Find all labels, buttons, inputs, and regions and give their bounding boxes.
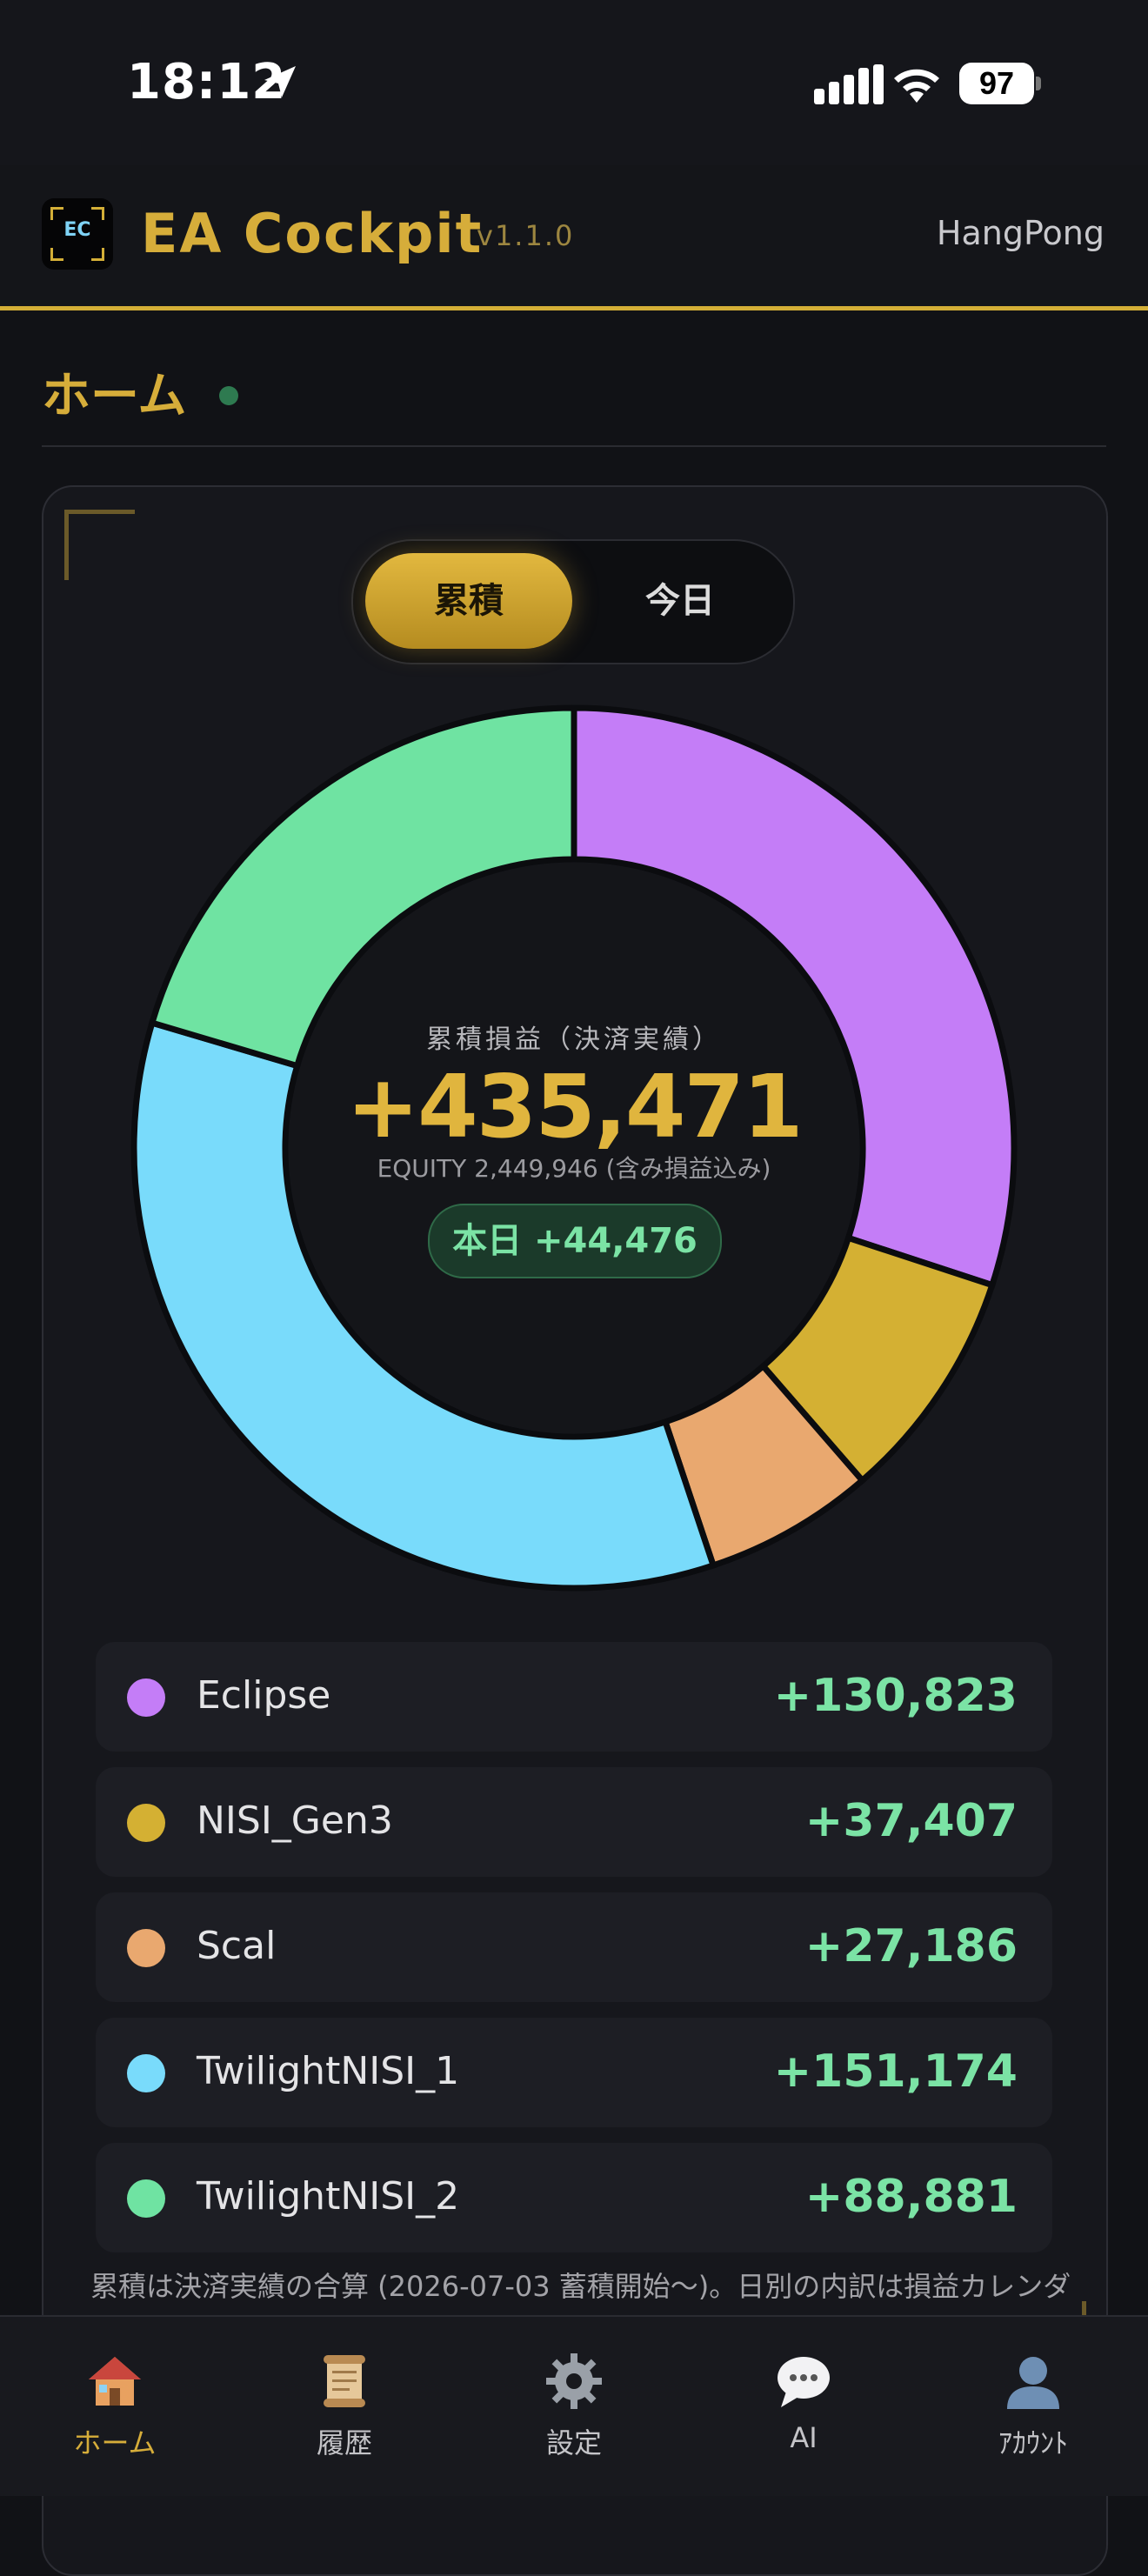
equity-text: EQUITY 2,449,946 (含み損益込み) — [377, 1154, 771, 1183]
period-toggle: 累積 今日 — [351, 539, 795, 664]
ea-profit: +88,881 — [804, 2171, 1018, 2223]
wifi-icon — [894, 69, 939, 103]
nav-label: 設定 — [545, 2426, 602, 2459]
toggle-cumulative[interactable]: 累積 — [365, 553, 572, 649]
nav-label: 履歴 — [316, 2426, 372, 2459]
ea-profit: +27,186 — [804, 1920, 1018, 1972]
ea-profit: +37,407 — [804, 1795, 1018, 1847]
ea-name: Scal — [197, 1924, 277, 1968]
nav-label: ホーム — [73, 2426, 157, 2459]
nav-ai[interactable]: AI — [689, 2317, 918, 2496]
ea-legend: Eclipse +130,823 NISI_Gen3 +37,407 Scal … — [96, 1642, 1052, 2268]
location-arrow-icon — [264, 66, 296, 97]
app-version: v1.1.0 — [477, 219, 575, 252]
ea-name: NISI_Gen3 — [197, 1799, 393, 1843]
legend-color-dot — [127, 2179, 165, 2218]
person-icon — [1007, 2357, 1059, 2409]
legend-color-dot — [127, 1678, 165, 1717]
legend-color-dot — [127, 2054, 165, 2092]
nav-home[interactable]: ホーム — [0, 2317, 230, 2496]
divider — [42, 445, 1106, 447]
connection-status-dot — [219, 386, 238, 405]
username[interactable]: HangPong — [937, 214, 1105, 252]
card-corner-decoration — [64, 510, 135, 580]
battery-indicator: 97 — [959, 63, 1043, 104]
scroll-icon — [324, 2355, 365, 2407]
nav-label: AI — [790, 2421, 818, 2454]
bottom-nav: ホーム 履歴 設定 AI ｱｶｳﾝﾄ — [0, 2315, 1148, 2496]
legend-row-nisi-gen3[interactable]: NISI_Gen3 +37,407 — [96, 1767, 1052, 1877]
legend-row-eclipse[interactable]: Eclipse +130,823 — [96, 1642, 1052, 1752]
ea-name: TwilightNISI_1 — [197, 2049, 460, 2093]
nav-label: ｱｶｳﾝﾄ — [998, 2426, 1068, 2459]
ea-profit: +130,823 — [773, 1670, 1018, 1722]
legend-color-dot — [127, 1804, 165, 1842]
cumulative-value: +435,471 — [346, 1056, 803, 1158]
ea-name: Eclipse — [197, 1673, 331, 1718]
legend-row-scal[interactable]: Scal +27,186 — [96, 1892, 1052, 2002]
cellular-signal-icon — [814, 64, 884, 104]
nav-settings[interactable]: 設定 — [459, 2317, 689, 2496]
app-title: EA Cockpit — [141, 202, 484, 265]
nav-account[interactable]: ｱｶｳﾝﾄ — [918, 2317, 1148, 2496]
cumulative-label: 累積損益（決済実績） — [426, 1024, 722, 1055]
ea-profit: +151,174 — [773, 2045, 1018, 2098]
page-title: ホーム — [42, 368, 187, 424]
legend-row-twilightnisi-2[interactable]: TwilightNISI_2 +88,881 — [96, 2143, 1052, 2252]
house-icon — [89, 2357, 141, 2406]
legend-color-dot — [127, 1929, 165, 1967]
app-header: EC EA Cockpit v1.1.0 HangPong — [0, 165, 1148, 310]
battery-level: 97 — [959, 63, 1034, 104]
toggle-today[interactable]: 今日 — [581, 553, 779, 649]
today-badge: 本日 +44,476 — [428, 1204, 722, 1278]
gear-icon — [546, 2353, 602, 2409]
app-logo: EC — [42, 198, 113, 270]
ea-name: TwilightNISI_2 — [197, 2174, 460, 2219]
status-bar: 18:12 97 — [0, 0, 1148, 165]
legend-row-twilightnisi-1[interactable]: TwilightNISI_1 +151,174 — [96, 2018, 1052, 2127]
nav-history[interactable]: 履歴 — [230, 2317, 459, 2496]
speech-bubble-icon — [778, 2357, 830, 2407]
cumulative-footnote: 累積は決済実績の合算 (2026-07-03 蓄積開始〜)。日別の内訳は損益カレ… — [90, 2270, 1071, 2303]
